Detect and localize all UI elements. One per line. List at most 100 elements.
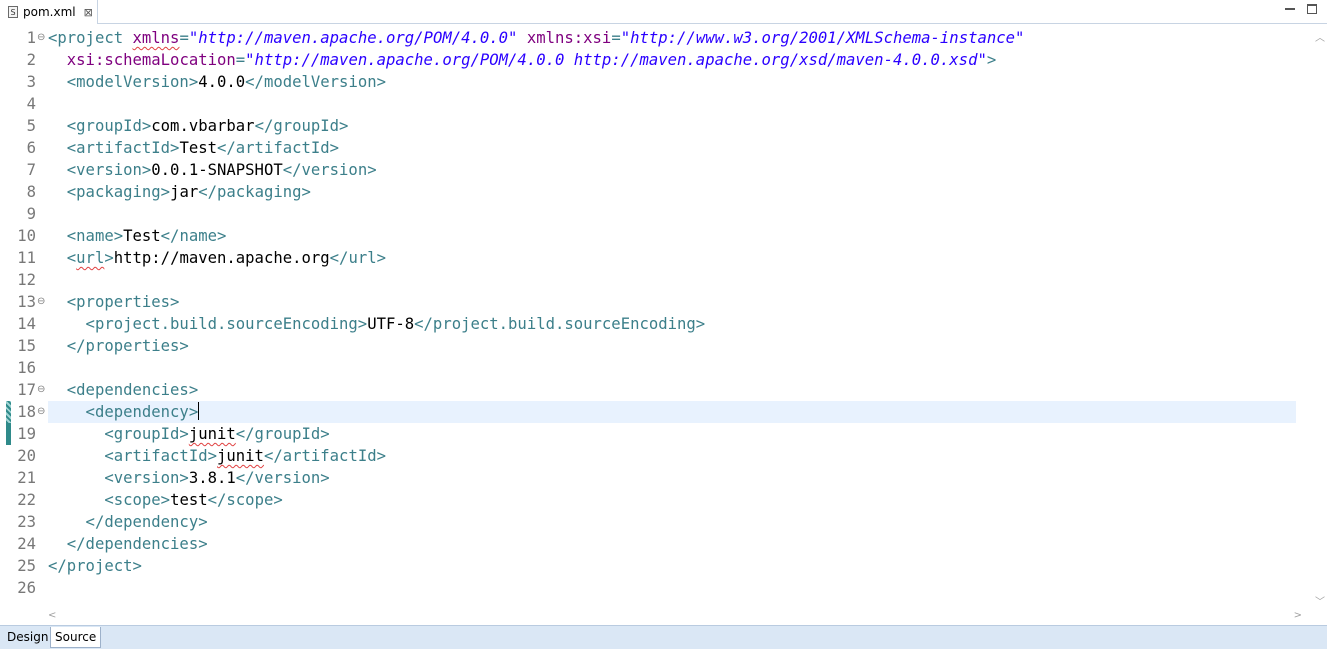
code-line[interactable]: 20 <artifactId>junit</artifactId> (0, 445, 1312, 467)
code-token: </url> (329, 249, 387, 267)
code-token: < (48, 249, 77, 267)
text-caret (198, 402, 200, 420)
fold-icon[interactable]: ⊖ (37, 401, 45, 423)
code-token: > (986, 51, 997, 69)
line-number: 20 (17, 447, 36, 465)
code-text: xsi:schemaLocation="http://maven.apache.… (48, 49, 996, 71)
maximize-icon[interactable] (1307, 4, 1317, 14)
code-line[interactable]: 24 </dependencies> (0, 533, 1312, 555)
fold-icon[interactable]: ⊖ (37, 291, 45, 313)
code-line[interactable]: 9 (0, 203, 1312, 225)
code-token: <dependency> (48, 403, 199, 421)
code-line[interactable]: 11 <url>http://maven.apache.org</url> (0, 247, 1312, 269)
code-text: <version>0.0.1-SNAPSHOT</version> (48, 159, 377, 181)
line-number: 11 (17, 249, 36, 267)
line-number: 22 (17, 491, 36, 509)
code-token: <packaging> (48, 183, 171, 201)
code-token: junit (188, 425, 236, 443)
code-token: = (235, 51, 246, 69)
code-token: = (611, 29, 621, 47)
line-number: 8 (26, 183, 36, 201)
code-line[interactable]: 17 ⊖ <dependencies> (0, 379, 1312, 401)
code-line[interactable]: 25 </project> (0, 555, 1312, 577)
code-token: <dependencies> (48, 381, 199, 399)
line-number: 16 (17, 359, 36, 377)
code-text: <properties> (48, 291, 180, 313)
code-token: </version> (282, 161, 377, 179)
code-text: <scope>test</scope> (48, 489, 282, 511)
tab-design[interactable]: Design (3, 627, 52, 647)
code-token: </name> (160, 227, 227, 245)
code-token: "http://www.w3.org/2001/XMLSchema-instan… (620, 29, 1025, 47)
code-line[interactable]: 5 <groupId>com.vbarbar</groupId> (0, 115, 1312, 137)
line-number: 23 (17, 513, 36, 531)
minimize-icon[interactable] (1285, 4, 1295, 14)
code-token: <properties> (48, 293, 180, 311)
line-number: 15 (17, 337, 36, 355)
code-token: <name> (48, 227, 124, 245)
code-token: 3.8.1 (188, 469, 236, 487)
line-number: 17 (17, 381, 36, 399)
code-line[interactable]: 2 xsi:schemaLocation="http://maven.apach… (0, 49, 1312, 71)
source-editor[interactable]: 1 ⊖ <project xmlns="http://maven.apache.or… (0, 27, 1312, 610)
code-line[interactable]: 6 <artifactId>Test</artifactId> (0, 137, 1312, 159)
line-number: 3 (26, 73, 36, 91)
tab-pom-xml[interactable]: S pom.xml ⊠ (0, 0, 98, 24)
code-token: <version> (48, 161, 152, 179)
code-line[interactable]: 10 <name>Test</name> (0, 225, 1312, 247)
close-tab-icon[interactable]: ⊠ (84, 6, 93, 19)
scroll-up-icon[interactable]: ︿ (1315, 29, 1325, 44)
fold-icon[interactable]: ⊖ (37, 27, 45, 49)
editor-tab-bar: S pom.xml ⊠ (0, 0, 1327, 24)
code-line[interactable]: 12 (0, 269, 1312, 291)
code-line[interactable]: 23 </dependency> (0, 511, 1312, 533)
scroll-down-icon[interactable]: ﹀ (1315, 593, 1325, 608)
line-number: 24 (17, 535, 36, 553)
code-line[interactable]: 1 ⊖ <project xmlns="http://maven.apache.or… (0, 27, 1312, 49)
code-text: </dependency> (48, 511, 208, 533)
code-token: </project> (48, 557, 142, 575)
code-token: <project (48, 29, 133, 47)
horizontal-scrollbar[interactable]: < > (48, 610, 1312, 624)
code-token: <groupId> (48, 117, 152, 135)
code-token: xsi:schemaLocation (66, 51, 236, 69)
line-number: 7 (26, 161, 36, 179)
code-line[interactable]: 7 <version>0.0.1-SNAPSHOT</version> (0, 159, 1312, 181)
scroll-left-icon[interactable]: < (48, 610, 56, 621)
code-text: <artifactId>junit</artifactId> (48, 445, 386, 467)
code-token: </modelVersion> (245, 73, 386, 91)
code-token: xmlns (132, 29, 180, 47)
code-token: </dependencies> (48, 535, 208, 553)
code-text: </project> (48, 555, 142, 577)
code-token: </packaging> (198, 183, 311, 201)
code-text: <version>3.8.1</version> (48, 467, 330, 489)
code-token: UTF-8 (367, 315, 415, 333)
code-line[interactable]: 8 <packaging>jar</packaging> (0, 181, 1312, 203)
code-text: <dependency> (48, 401, 200, 423)
tab-source[interactable]: Source (50, 627, 102, 648)
vertical-scrollbar[interactable]: ︿ ﹀ (1312, 27, 1327, 610)
code-line[interactable]: 21 <version>3.8.1</version> (0, 467, 1312, 489)
code-token: com.vbarbar (151, 117, 255, 135)
line-number: 21 (17, 469, 36, 487)
scroll-right-icon[interactable]: > (1294, 610, 1302, 621)
code-text: <artifactId>Test</artifactId> (48, 137, 339, 159)
code-line[interactable]: 15 </properties> (0, 335, 1312, 357)
code-line[interactable]: 26 (0, 577, 1312, 599)
code-line[interactable]: 19 <groupId>junit</groupId> (0, 423, 1312, 445)
code-line[interactable]: 16 (0, 357, 1312, 379)
code-line[interactable]: 14 <project.build.sourceEncoding>UTF-8</… (0, 313, 1312, 335)
code-token: </artifactId> (217, 139, 340, 157)
fold-icon[interactable]: ⊖ (37, 379, 45, 401)
code-token: </artifactId> (263, 447, 387, 465)
code-token: 0.0.1-SNAPSHOT (151, 161, 283, 179)
code-token: Test (123, 227, 161, 245)
code-line[interactable]: 18 ⊖ <dependency> (0, 401, 1312, 423)
line-number: 13 (17, 293, 36, 311)
code-line[interactable]: 4 (0, 93, 1312, 115)
code-line[interactable]: 22 <scope>test</scope> (0, 489, 1312, 511)
code-token: </version> (235, 469, 330, 487)
code-line[interactable]: 13 ⊖ <properties> (0, 291, 1312, 313)
code-line[interactable]: 3 <modelVersion>4.0.0</modelVersion> (0, 71, 1312, 93)
code-token: </groupId> (254, 117, 349, 135)
